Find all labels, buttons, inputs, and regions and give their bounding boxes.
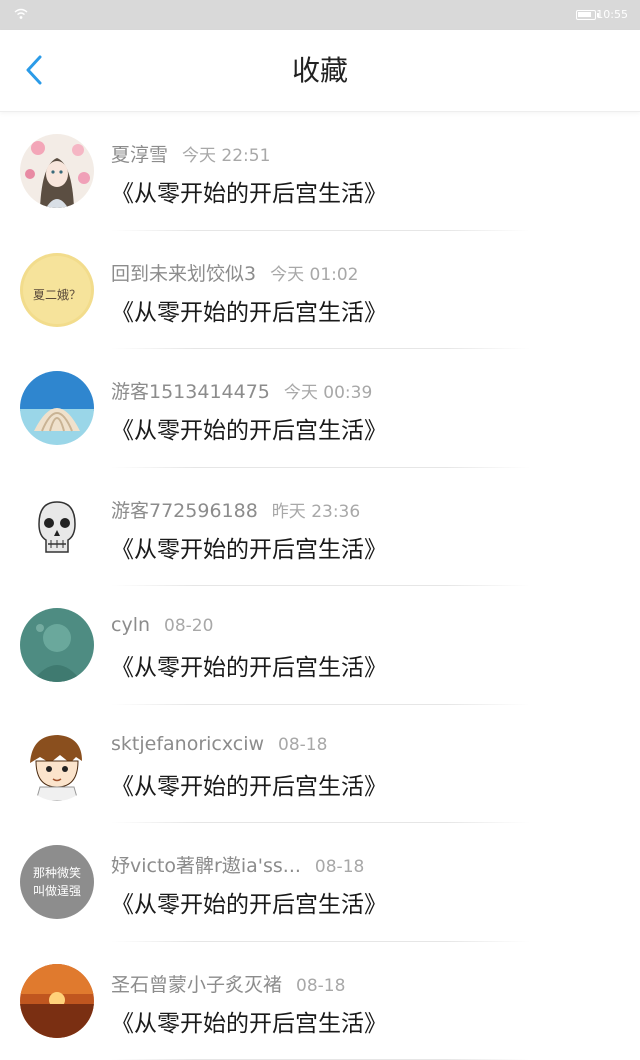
item-meta: 夏淳雪今天 22:51 [111, 140, 270, 167]
timestamp: 08-18 [315, 857, 364, 877]
username: cyln [111, 614, 150, 636]
item-title: 《从零开始的开后宫生活》 [111, 885, 387, 919]
username: 圣石曾蒙小子炙灭褚 [111, 974, 282, 996]
status-bar: 10:55 [0, 0, 640, 30]
back-button[interactable] [14, 48, 58, 92]
timestamp: 昨天 23:36 [272, 502, 360, 522]
timestamp: 今天 01:02 [270, 265, 358, 285]
avatar-text-line1: 那种微笑 [33, 865, 81, 880]
avatar[interactable] [20, 964, 94, 1038]
username: 妤victo著髀r遨ia'ss... [111, 855, 301, 877]
wifi-icon [14, 8, 28, 20]
timestamp: 08-18 [278, 735, 327, 755]
chevron-left-icon [14, 48, 58, 92]
item-meta: 回到未来划饺似3 今天 01:02 [111, 259, 359, 286]
item-title: 《从零开始的开后宫生活》 [111, 174, 387, 208]
item-title: 《从零开始的开后宫生活》 [111, 530, 387, 564]
item-title: 《从零开始的开后宫生活》 [111, 767, 387, 801]
favorites-list: 夏淳雪今天 22:51 《从零开始的开后宫生活》 夏二娥？ 回到未来划饺似3 今天… [0, 112, 640, 1060]
battery-icon [576, 10, 596, 20]
item-title: 《从零开始的开后宫生活》 [111, 293, 387, 327]
avatar[interactable] [20, 608, 94, 682]
list-item[interactable]: 游客772596188 昨天 23:36 《从零开始的开后宫生活》 [0, 468, 640, 587]
list-item[interactable]: sktjefanoricxciw 08-18 《从零开始的开后宫生活》 [0, 705, 640, 824]
status-time: 10:55 [596, 8, 628, 21]
page-title: 收藏 [0, 30, 640, 112]
item-title: 《从零开始的开后宫生活》 [111, 648, 387, 682]
timestamp: 08-18 [296, 976, 345, 996]
avatar[interactable] [20, 490, 94, 564]
list-item[interactable]: 夏淳雪今天 22:51 《从零开始的开后宫生活》 [0, 112, 640, 231]
timestamp: 08-20 [164, 616, 213, 636]
username: 回到未来划饺似3 [111, 263, 256, 285]
avatar[interactable]: 夏二娥？ [20, 253, 94, 327]
item-meta: cyln 08-20 [111, 614, 213, 636]
nav-bar: 收藏 [0, 30, 640, 112]
item-title: 《从零开始的开后宫生活》 [111, 1004, 387, 1038]
avatar[interactable] [20, 727, 94, 801]
username: sktjefanoricxciw [111, 733, 264, 755]
avatar[interactable] [20, 134, 94, 208]
timestamp: 今天 00:39 [284, 383, 372, 403]
item-meta: 游客1513414475 今天 00:39 [111, 377, 372, 404]
avatar[interactable] [20, 371, 94, 445]
timestamp: 今天 22:51 [182, 146, 270, 166]
avatar-text: 夏二娥？ [33, 288, 81, 302]
item-meta: 游客772596188 昨天 23:36 [111, 496, 360, 523]
list-item[interactable]: cyln 08-20 《从零开始的开后宫生活》 [0, 586, 640, 705]
item-meta: 妤victo著髀r遨ia'ss... 08-18 [111, 851, 364, 878]
username: 游客1513414475 [111, 381, 270, 403]
username: 夏淳雪 [111, 144, 168, 166]
list-item[interactable]: 夏二娥？ 回到未来划饺似3 今天 01:02 《从零开始的开后宫生活》 [0, 231, 640, 350]
username: 游客772596188 [111, 500, 258, 522]
list-item[interactable]: 圣石曾蒙小子炙灭褚 08-18 《从零开始的开后宫生活》 [0, 942, 640, 1060]
item-meta: sktjefanoricxciw 08-18 [111, 733, 327, 755]
list-item[interactable]: 游客1513414475 今天 00:39 《从零开始的开后宫生活》 [0, 349, 640, 468]
avatar-text-line2: 叫做逞强 [33, 883, 81, 898]
avatar[interactable]: 那种微笑 叫做逞强 [20, 845, 94, 919]
item-meta: 圣石曾蒙小子炙灭褚 08-18 [111, 970, 345, 997]
list-item[interactable]: 那种微笑 叫做逞强 妤victo著髀r遨ia'ss... 08-18 《从零开始的… [0, 823, 640, 942]
item-title: 《从零开始的开后宫生活》 [111, 411, 387, 445]
